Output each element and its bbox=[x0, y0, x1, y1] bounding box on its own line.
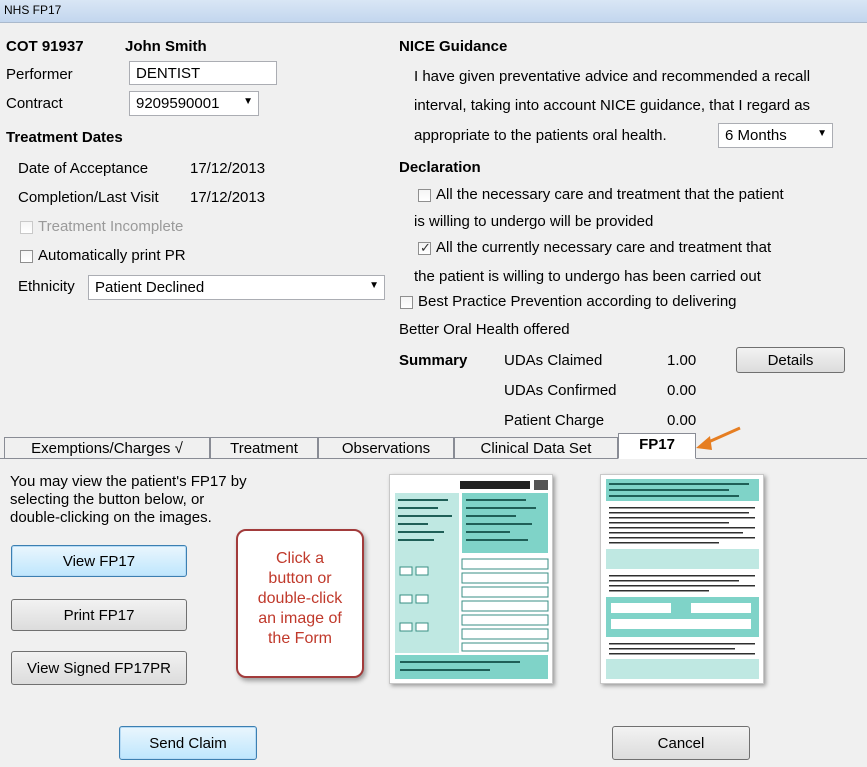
udas-claimed-value: 1.00 bbox=[667, 352, 697, 369]
instruction-line3: double-clicking on the images. bbox=[10, 509, 212, 526]
instruction-callout: Click a button or double-click an image … bbox=[236, 529, 364, 678]
udas-confirmed-value: 0.00 bbox=[667, 382, 697, 399]
best-practice-line2: Better Oral Health offered bbox=[399, 321, 570, 338]
treatment-incomplete-checkbox[interactable] bbox=[20, 221, 33, 234]
best-practice-line1: Best Practice Prevention according to de… bbox=[418, 293, 737, 310]
completion-value: 17/12/2013 bbox=[190, 189, 266, 206]
treatment-incomplete-label: Treatment Incomplete bbox=[38, 218, 184, 235]
patient-charge-label: Patient Charge bbox=[504, 412, 605, 429]
ethnicity-value: Patient Declined bbox=[95, 279, 205, 296]
instruction-line1: You may view the patient's FP17 by bbox=[10, 473, 247, 490]
recall-interval-value: 6 Months bbox=[725, 127, 787, 144]
completion-label: Completion/Last Visit bbox=[18, 189, 159, 206]
chevron-down-icon: ▼ bbox=[369, 280, 379, 291]
ethnicity-label: Ethnicity bbox=[18, 278, 75, 295]
view-fp17-button[interactable]: View FP17 bbox=[11, 545, 187, 577]
summary-heading: Summary bbox=[399, 352, 468, 369]
send-claim-button[interactable]: Send Claim bbox=[119, 726, 257, 760]
fp17-instructions: You may view the patient's FP17 by selec… bbox=[10, 473, 247, 527]
treatment-dates-heading: Treatment Dates bbox=[6, 129, 123, 146]
checkmark-icon: ✓ bbox=[420, 240, 431, 255]
declaration-item1-line2: is willing to undergo will be provided bbox=[414, 213, 654, 230]
instruction-line2: selecting the button below, or bbox=[10, 491, 205, 508]
performer-label: Performer bbox=[6, 66, 73, 83]
chevron-down-icon: ▼ bbox=[817, 128, 827, 139]
nice-text-line2: interval, taking into account NICE guida… bbox=[414, 97, 811, 114]
recall-interval-select[interactable]: 6 Months ▼ bbox=[718, 123, 833, 148]
fp17-front-graphic bbox=[390, 475, 552, 683]
callout-line1: Click a bbox=[275, 550, 324, 567]
ethnicity-select[interactable]: Patient Declined ▼ bbox=[88, 275, 385, 300]
contract-select[interactable]: 9209590001 ▼ bbox=[129, 91, 259, 116]
window-title-bar[interactable]: NHS FP17 bbox=[0, 0, 867, 23]
contract-label: Contract bbox=[6, 95, 63, 112]
nice-heading: NICE Guidance bbox=[399, 38, 508, 55]
declaration-item2-line2: the patient is willing to undergo has be… bbox=[414, 268, 761, 285]
patient-charge-value: 0.00 bbox=[667, 412, 697, 429]
declaration-item2-checkbox[interactable]: ✓ bbox=[418, 240, 431, 255]
print-fp17-button[interactable]: Print FP17 bbox=[11, 599, 187, 631]
nice-text-line3: appropriate to the patients oral health. bbox=[414, 127, 667, 144]
auto-print-checkbox[interactable] bbox=[20, 250, 33, 263]
cancel-button[interactable]: Cancel bbox=[612, 726, 750, 760]
nice-text-line1: I have given preventative advice and rec… bbox=[414, 68, 811, 85]
contract-value: 9209590001 bbox=[136, 95, 220, 112]
window-title: NHS FP17 bbox=[4, 3, 62, 17]
callout-line5: the Form bbox=[267, 630, 332, 647]
cot-number: COT 91937 bbox=[6, 38, 84, 55]
view-signed-fp17pr-button[interactable]: View Signed FP17PR bbox=[11, 651, 187, 685]
callout-line2: button or bbox=[268, 570, 332, 587]
declaration-heading: Declaration bbox=[399, 159, 481, 176]
udas-confirmed-label: UDAs Confirmed bbox=[504, 382, 617, 399]
callout-line3: double-click bbox=[257, 590, 343, 607]
auto-print-label: Automatically print PR bbox=[38, 247, 186, 264]
udas-claimed-label: UDAs Claimed bbox=[504, 352, 603, 369]
tab-exemptions-charges[interactable]: Exemptions/Charges √ bbox=[4, 437, 210, 458]
acceptance-value: 17/12/2013 bbox=[190, 160, 266, 177]
chevron-down-icon: ▼ bbox=[243, 96, 253, 107]
callout-line4: an image of bbox=[258, 610, 342, 627]
tab-clinical-data-set[interactable]: Clinical Data Set bbox=[454, 437, 618, 458]
tab-treatment[interactable]: Treatment bbox=[210, 437, 318, 458]
declaration-item1-line1: All the necessary care and treatment tha… bbox=[436, 186, 784, 203]
tab-fp17[interactable]: FP17 bbox=[618, 433, 696, 459]
performer-field[interactable]: DENTIST bbox=[129, 61, 277, 85]
tab-observations[interactable]: Observations bbox=[318, 437, 454, 458]
pointer-arrow-icon bbox=[696, 426, 741, 450]
fp17-back-graphic bbox=[601, 475, 763, 683]
fp17-form-image-back[interactable] bbox=[600, 474, 764, 684]
declaration-item2-line1: All the currently necessary care and tre… bbox=[436, 239, 772, 256]
acceptance-label: Date of Acceptance bbox=[18, 160, 149, 177]
best-practice-checkbox[interactable] bbox=[400, 296, 413, 309]
declaration-item1-checkbox[interactable] bbox=[418, 189, 431, 202]
details-button[interactable]: Details bbox=[736, 347, 845, 373]
patient-name: John Smith bbox=[125, 38, 207, 55]
fp17-form-image-front[interactable] bbox=[389, 474, 553, 684]
